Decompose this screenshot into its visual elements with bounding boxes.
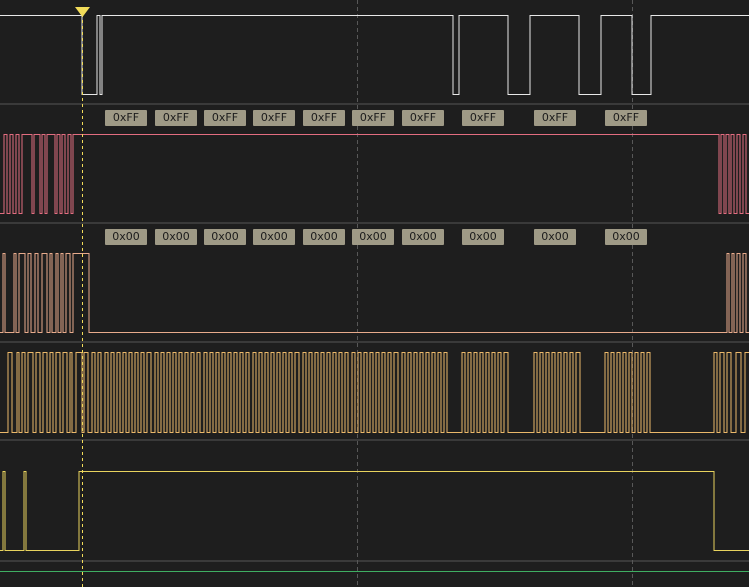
logic-analyzer-waveform-view[interactable] — [0, 0, 749, 587]
